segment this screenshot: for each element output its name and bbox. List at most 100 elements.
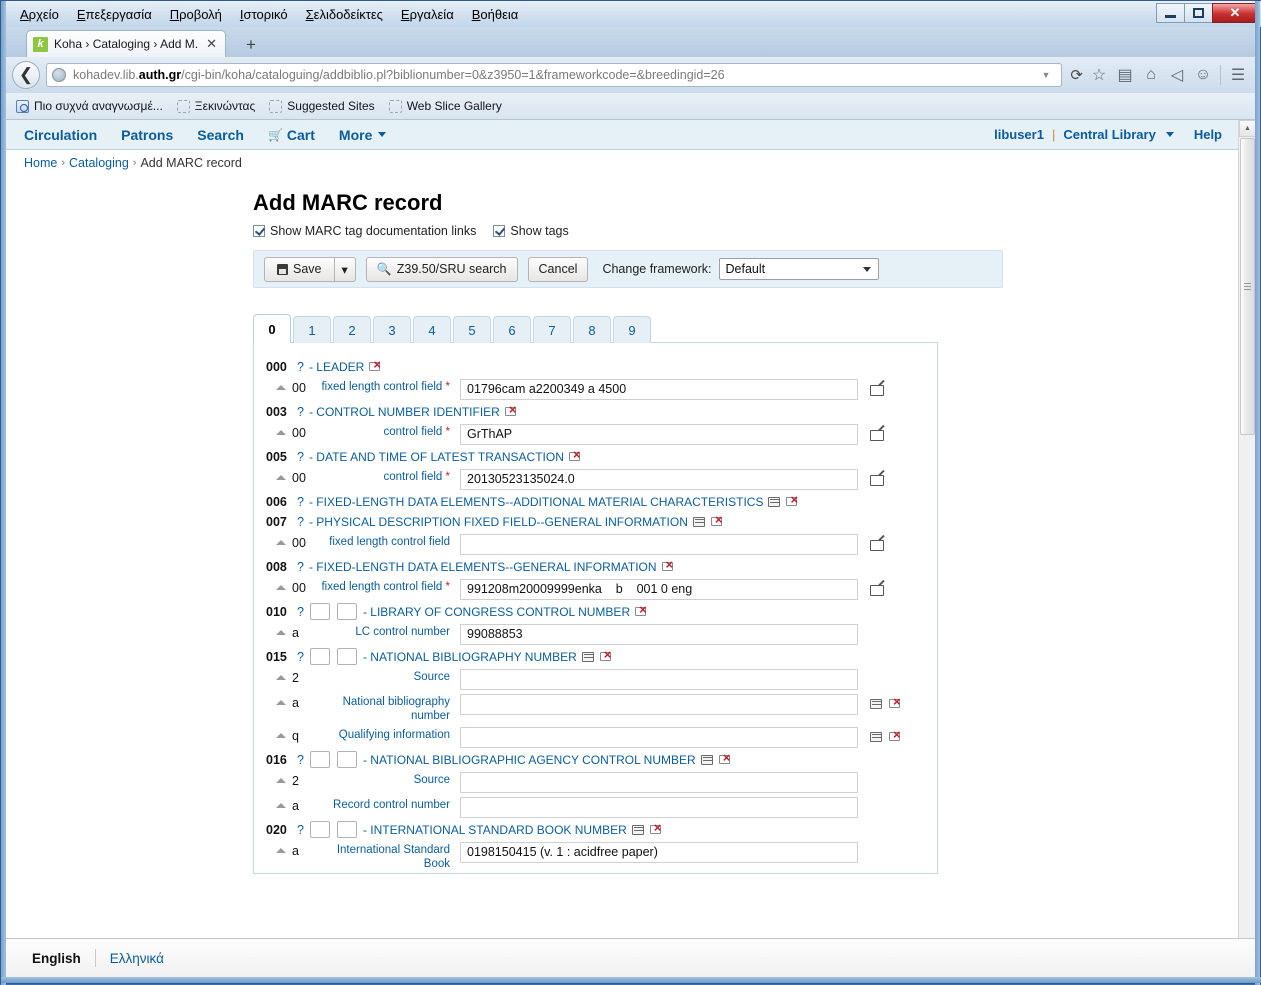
collapse-subfield-icon[interactable]: [276, 675, 286, 680]
url-dropdown-icon[interactable]: ▼: [1042, 70, 1051, 80]
collapse-subfield-icon[interactable]: [276, 540, 286, 545]
collapse-subfield-icon[interactable]: [276, 733, 286, 738]
collapse-subfield-icon[interactable]: [276, 778, 286, 783]
z3950-search-button[interactable]: 🔍 Z39.50/SRU search: [365, 256, 518, 282]
edit-fixed-field-icon[interactable]: [870, 428, 884, 441]
show-tags-checkbox[interactable]: [493, 225, 506, 237]
marc-tab-8[interactable]: 8: [573, 316, 611, 343]
menu-hamburger-icon[interactable]: ☰: [1225, 62, 1251, 88]
clone-field-icon[interactable]: [692, 516, 706, 527]
marc-tab-6[interactable]: 6: [493, 316, 531, 343]
edit-fixed-field-icon[interactable]: [870, 538, 884, 551]
collapse-subfield-icon[interactable]: [276, 630, 286, 635]
marc-tab-4[interactable]: 4: [413, 316, 451, 343]
save-dropdown-button[interactable]: ▾: [333, 256, 356, 282]
collapse-subfield-icon[interactable]: [276, 700, 286, 705]
subfield-input[interactable]: 99088853: [460, 624, 858, 645]
breadcrumb-cataloging[interactable]: Cataloging: [69, 156, 129, 170]
bookmark-item-most-visited[interactable]: Πιο συχνά αναγνωσμέ...: [16, 99, 163, 113]
tag-documentation-link[interactable]: ?: [297, 450, 304, 464]
clone-field-icon[interactable]: [870, 731, 883, 742]
collapse-subfield-icon[interactable]: [276, 430, 286, 435]
cancel-button[interactable]: Cancel: [527, 256, 589, 282]
delete-field-icon[interactable]: [635, 603, 648, 617]
indicator-1-input[interactable]: [309, 751, 330, 768]
tag-documentation-link[interactable]: ?: [297, 823, 304, 837]
marc-tag-name[interactable]: - FIXED-LENGTH DATA ELEMENTS--ADDITIONAL…: [309, 495, 764, 509]
browser-tab[interactable]: k Koha › Cataloging › Add M... ✕: [26, 30, 226, 57]
menu-item-5[interactable]: Εργαλεία: [392, 4, 463, 25]
edit-fixed-field-icon[interactable]: [870, 583, 884, 596]
nav-search[interactable]: Search: [197, 127, 244, 143]
feedback-smiley-icon[interactable]: ☺: [1190, 62, 1216, 88]
marc-tab-5[interactable]: 5: [453, 316, 491, 343]
language-english[interactable]: English: [32, 951, 81, 966]
nav-patrons[interactable]: Patrons: [121, 127, 173, 143]
subfield-input[interactable]: [460, 772, 858, 793]
marc-tag-name[interactable]: - INTERNATIONAL STANDARD BOOK NUMBER: [363, 823, 627, 837]
url-bar[interactable]: kohadev.lib.auth.gr/cgi-bin/koha/catalog…: [46, 63, 1063, 87]
menu-item-1[interactable]: Επεξεργασία: [68, 4, 161, 25]
clone-field-icon[interactable]: [768, 496, 781, 507]
clone-field-icon[interactable]: [581, 651, 595, 662]
marc-tag-name[interactable]: - CONTROL NUMBER IDENTIFIER: [309, 405, 500, 419]
tag-documentation-link[interactable]: ?: [297, 405, 304, 419]
tag-documentation-link[interactable]: ?: [297, 515, 304, 529]
tag-documentation-link[interactable]: ?: [297, 360, 304, 374]
scroll-up-arrow-icon[interactable]: ▲: [1239, 120, 1256, 137]
bookmark-item-suggested-sites[interactable]: Suggested Sites: [269, 99, 375, 113]
tag-documentation-link[interactable]: ?: [297, 560, 304, 574]
marc-tag-name[interactable]: - NATIONAL BIBLIOGRAPHY NUMBER: [363, 650, 577, 664]
delete-field-icon[interactable]: [889, 728, 902, 742]
delete-field-icon[interactable]: [568, 448, 582, 462]
marc-tab-2[interactable]: 2: [333, 316, 371, 343]
collapse-subfield-icon[interactable]: [276, 803, 286, 808]
back-arrow-icon[interactable]: ❮: [12, 61, 40, 89]
nav-more[interactable]: More: [339, 127, 387, 143]
send-tab-icon[interactable]: ◁: [1164, 62, 1190, 88]
edit-fixed-field-icon[interactable]: [870, 383, 884, 396]
marc-tag-name[interactable]: - LEADER: [309, 360, 364, 374]
delete-field-icon[interactable]: [504, 403, 518, 417]
close-button[interactable]: ✕: [1212, 3, 1258, 23]
tag-documentation-link[interactable]: ?: [297, 605, 304, 619]
marc-tag-name[interactable]: - PHYSICAL DESCRIPTION FIXED FIELD--GENE…: [309, 515, 688, 529]
current-library[interactable]: Central Library: [1063, 127, 1155, 142]
delete-field-icon[interactable]: [786, 493, 799, 507]
language-greek[interactable]: Ελληνικά: [110, 951, 164, 966]
delete-field-icon[interactable]: [599, 648, 613, 662]
marc-tab-9[interactable]: 9: [613, 316, 651, 343]
subfield-input[interactable]: [460, 669, 858, 690]
bookmark-item-getting-started[interactable]: Ξεκινώντας: [176, 99, 255, 113]
scrollbar-thumb[interactable]: [1240, 138, 1255, 435]
marc-tab-7[interactable]: 7: [533, 316, 571, 343]
indicator-2-input[interactable]: [336, 648, 357, 665]
delete-field-icon[interactable]: [710, 513, 724, 527]
delete-field-icon[interactable]: [369, 358, 382, 372]
collapse-subfield-icon[interactable]: [276, 475, 286, 480]
reading-list-icon[interactable]: ▤: [1112, 62, 1138, 88]
subfield-input[interactable]: 01796cam a2200349 a 4500: [460, 379, 858, 400]
help-link[interactable]: Help: [1194, 127, 1222, 142]
tag-documentation-link[interactable]: ?: [297, 650, 304, 664]
clone-field-icon[interactable]: [870, 698, 883, 709]
edit-fixed-field-icon[interactable]: [870, 473, 884, 486]
reload-icon[interactable]: ⟳: [1070, 66, 1083, 84]
clone-field-icon[interactable]: [631, 824, 645, 835]
show-marc-doc-links-checkbox[interactable]: [253, 225, 265, 237]
subfield-input[interactable]: [460, 534, 858, 555]
current-user[interactable]: libuser1: [994, 127, 1044, 142]
nav-circulation[interactable]: Circulation: [24, 127, 97, 143]
framework-select[interactable]: Default: [718, 258, 879, 280]
tag-documentation-link[interactable]: ?: [297, 753, 304, 767]
subfield-input[interactable]: [460, 727, 858, 748]
breadcrumb-home[interactable]: Home: [24, 156, 57, 170]
subfield-input[interactable]: 20130523135024.0: [460, 469, 858, 490]
tab-close-icon[interactable]: ✕: [204, 36, 219, 52]
menu-item-4[interactable]: Σελιδοδείκτες: [297, 4, 392, 25]
indicator-1-input[interactable]: [309, 821, 330, 838]
bookmark-item-web-slice-gallery[interactable]: Web Slice Gallery: [388, 99, 502, 113]
subfield-input[interactable]: [460, 797, 858, 818]
marc-tag-name[interactable]: - LIBRARY OF CONGRESS CONTROL NUMBER: [363, 605, 630, 619]
bookmark-star-icon[interactable]: ☆: [1086, 62, 1112, 88]
